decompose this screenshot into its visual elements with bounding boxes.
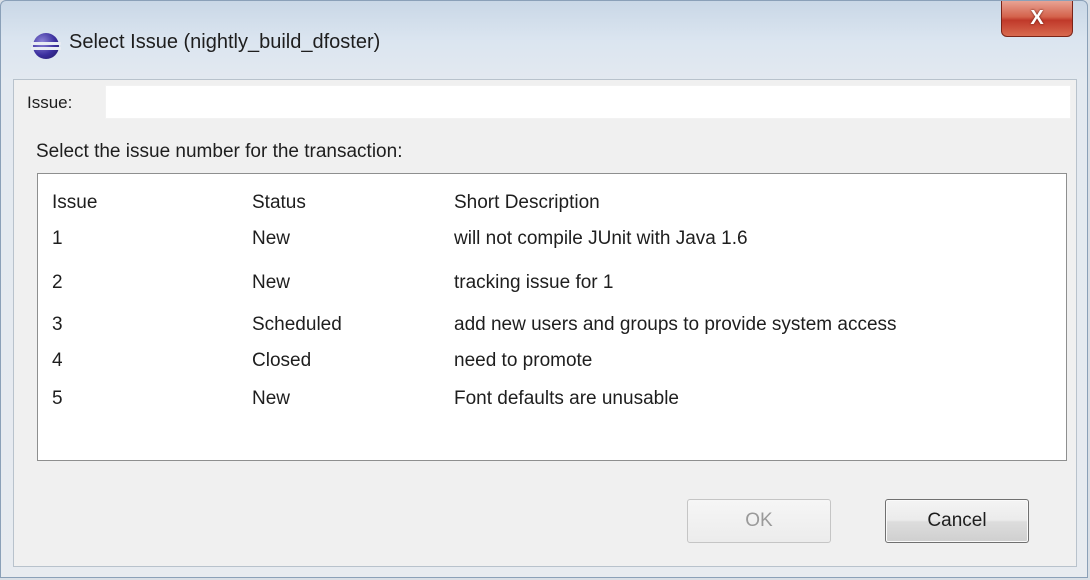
cell-issue: 2: [52, 272, 63, 293]
issue-table[interactable]: Issue Status Short Description 1 New wil…: [37, 173, 1067, 461]
cell-issue: 4: [52, 350, 63, 371]
cell-status: Closed: [252, 350, 312, 371]
instruction-text: Select the issue number for the transact…: [36, 141, 403, 162]
column-header-status[interactable]: Status: [252, 192, 306, 214]
cell-status: Scheduled: [252, 314, 342, 335]
cell-description: Font defaults are unusable: [454, 388, 679, 409]
close-button[interactable]: X: [1001, 1, 1073, 37]
table-row[interactable]: 3 Scheduled add new users and groups to …: [38, 310, 1066, 342]
dialog-window: Select Issue (nightly_build_dfoster) X I…: [0, 0, 1088, 578]
window-title: Select Issue (nightly_build_dfoster): [69, 31, 381, 53]
cell-description: add new users and groups to provide syst…: [454, 314, 897, 335]
column-header-issue[interactable]: Issue: [52, 192, 97, 214]
cancel-button[interactable]: Cancel: [885, 499, 1029, 543]
issue-field-label: Issue:: [27, 93, 73, 112]
cell-issue: 3: [52, 314, 63, 335]
cell-description: need to promote: [454, 350, 593, 371]
eclipse-icon: [31, 33, 61, 59]
table-row[interactable]: 1 New will not compile JUnit with Java 1…: [38, 224, 1066, 256]
cell-status: New: [252, 272, 291, 293]
cell-issue: 1: [52, 228, 63, 249]
cell-description: will not compile JUnit with Java 1.6: [454, 228, 748, 249]
table-row[interactable]: 5 New Font defaults are unusable: [38, 384, 1066, 416]
column-header-description[interactable]: Short Description: [454, 192, 600, 214]
cell-status: New: [252, 228, 291, 249]
issue-input[interactable]: [105, 85, 1071, 119]
ok-button[interactable]: OK: [687, 499, 831, 543]
table-row[interactable]: 2 New tracking issue for 1: [38, 268, 1066, 300]
table-row[interactable]: 4 Closed need to promote: [38, 346, 1066, 378]
cell-description: tracking issue for 1: [454, 272, 614, 293]
cell-status: New: [252, 388, 291, 409]
cell-issue: 5: [52, 388, 63, 409]
title-bar[interactable]: Select Issue (nightly_build_dfoster) X: [1, 1, 1087, 81]
